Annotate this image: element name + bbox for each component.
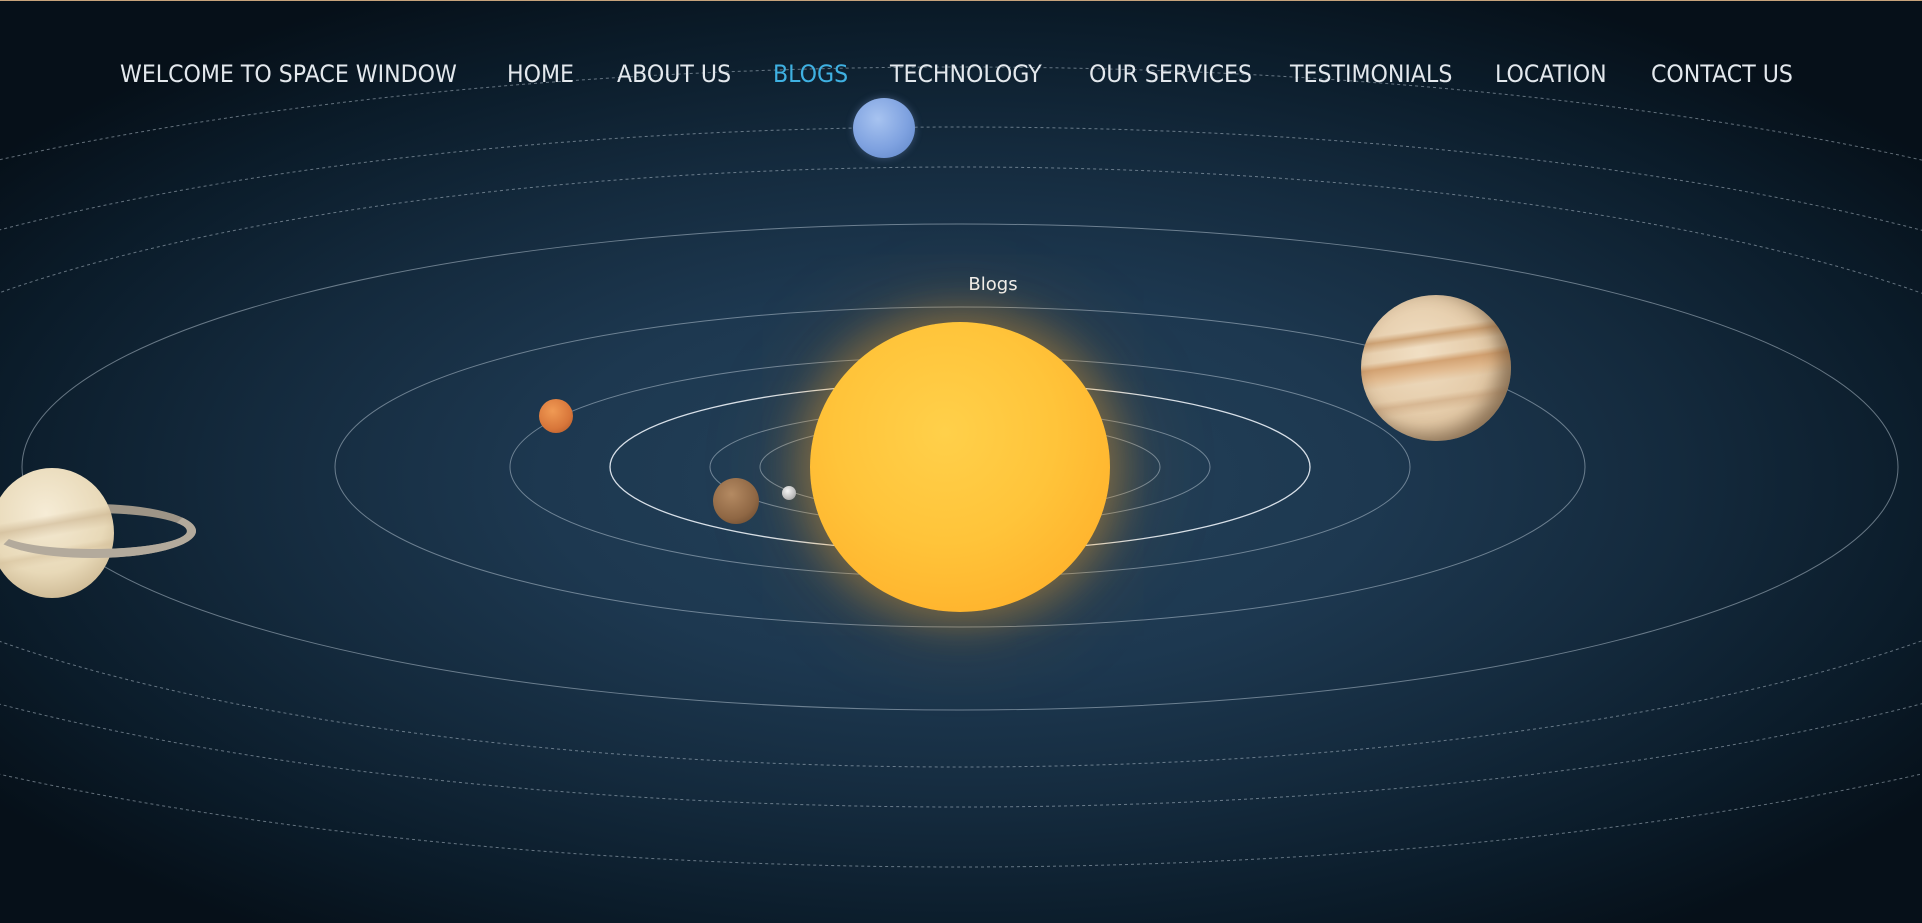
solar-system-scene: Blogs WELCOME TO SPACE WINDOW HOME ABOUT… bbox=[0, 0, 1922, 923]
nav-item-blogs[interactable]: BLOGS bbox=[773, 56, 848, 92]
nav-item-home[interactable]: HOME bbox=[507, 56, 574, 92]
nav-item-technology[interactable]: TECHNOLOGY bbox=[890, 56, 1042, 92]
saturn-ring-front bbox=[0, 504, 196, 558]
mars-icon[interactable] bbox=[539, 399, 573, 433]
nav-item-about-us[interactable]: ABOUT US bbox=[617, 56, 731, 92]
sun-icon[interactable] bbox=[810, 322, 1110, 612]
mercury-icon[interactable] bbox=[782, 486, 796, 500]
nav-item-our-services[interactable]: OUR SERVICES bbox=[1089, 56, 1252, 92]
saturn-icon[interactable] bbox=[0, 466, 200, 600]
nav-item-welcome[interactable]: WELCOME TO SPACE WINDOW bbox=[120, 56, 457, 92]
neptune-icon[interactable] bbox=[853, 98, 915, 158]
nav-item-location[interactable]: LOCATION bbox=[1495, 56, 1607, 92]
nav-item-contact-us[interactable]: CONTACT US bbox=[1651, 56, 1793, 92]
jupiter-icon[interactable] bbox=[1361, 295, 1511, 441]
main-nav: WELCOME TO SPACE WINDOW HOME ABOUT US BL… bbox=[0, 56, 1922, 92]
nav-item-testimonials[interactable]: TESTIMONIALS bbox=[1290, 56, 1452, 92]
venus-icon[interactable] bbox=[713, 478, 759, 524]
section-label: Blogs bbox=[968, 274, 1018, 295]
